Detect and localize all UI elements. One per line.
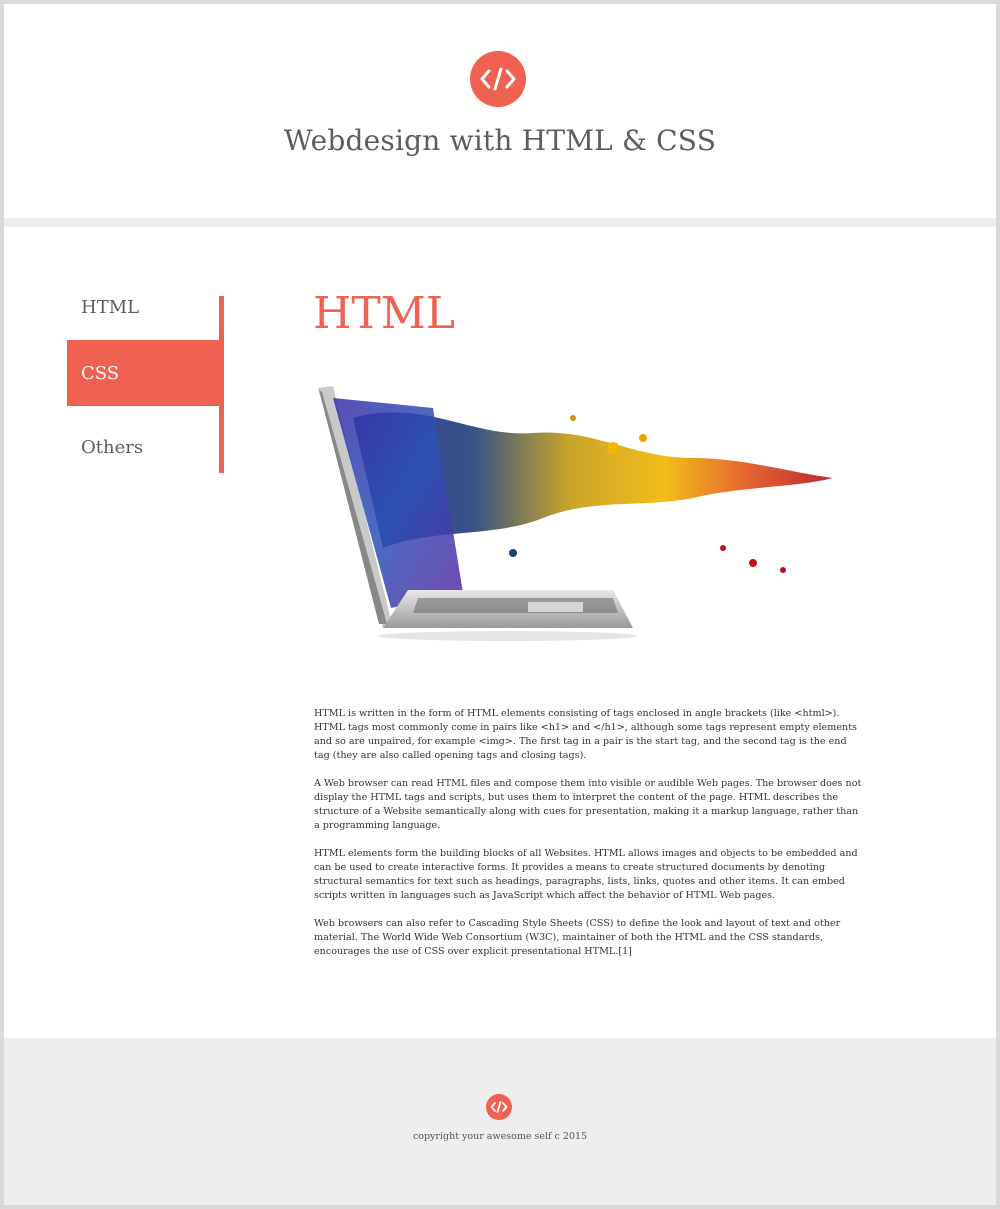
nav-item-others[interactable]: Others: [67, 436, 219, 502]
site-footer: copyright your awesome self c 2015: [4, 1038, 996, 1205]
paragraph: Web browsers can also refer to Cascading…: [314, 918, 841, 957]
page: Webdesign with HTML & CSS HTML CSS Other…: [4, 4, 996, 1205]
nav-item-css[interactable]: CSS: [67, 340, 219, 406]
header-divider: [4, 218, 996, 227]
code-icon[interactable]: [486, 1094, 512, 1120]
sidebar-nav: HTML CSS Others: [67, 296, 225, 473]
copyright-text: copyright your awesome self c 2015: [412, 1131, 588, 1142]
laptop-paint-splash-image: [313, 378, 843, 668]
nav-accent-bar: [219, 296, 224, 473]
site-title: Webdesign with HTML & CSS: [283, 124, 717, 157]
code-icon[interactable]: [470, 51, 526, 107]
paragraph: HTML is written in the form of HTML elem…: [314, 708, 857, 761]
paragraph: A Web browser can read HTML files and co…: [314, 778, 862, 831]
paragraph: HTML elements form the building blocks o…: [314, 848, 858, 901]
page-heading: HTML: [313, 288, 455, 339]
site-header: Webdesign with HTML & CSS: [4, 4, 996, 218]
article-body: HTML is written in the form of HTML elem…: [314, 707, 862, 973]
